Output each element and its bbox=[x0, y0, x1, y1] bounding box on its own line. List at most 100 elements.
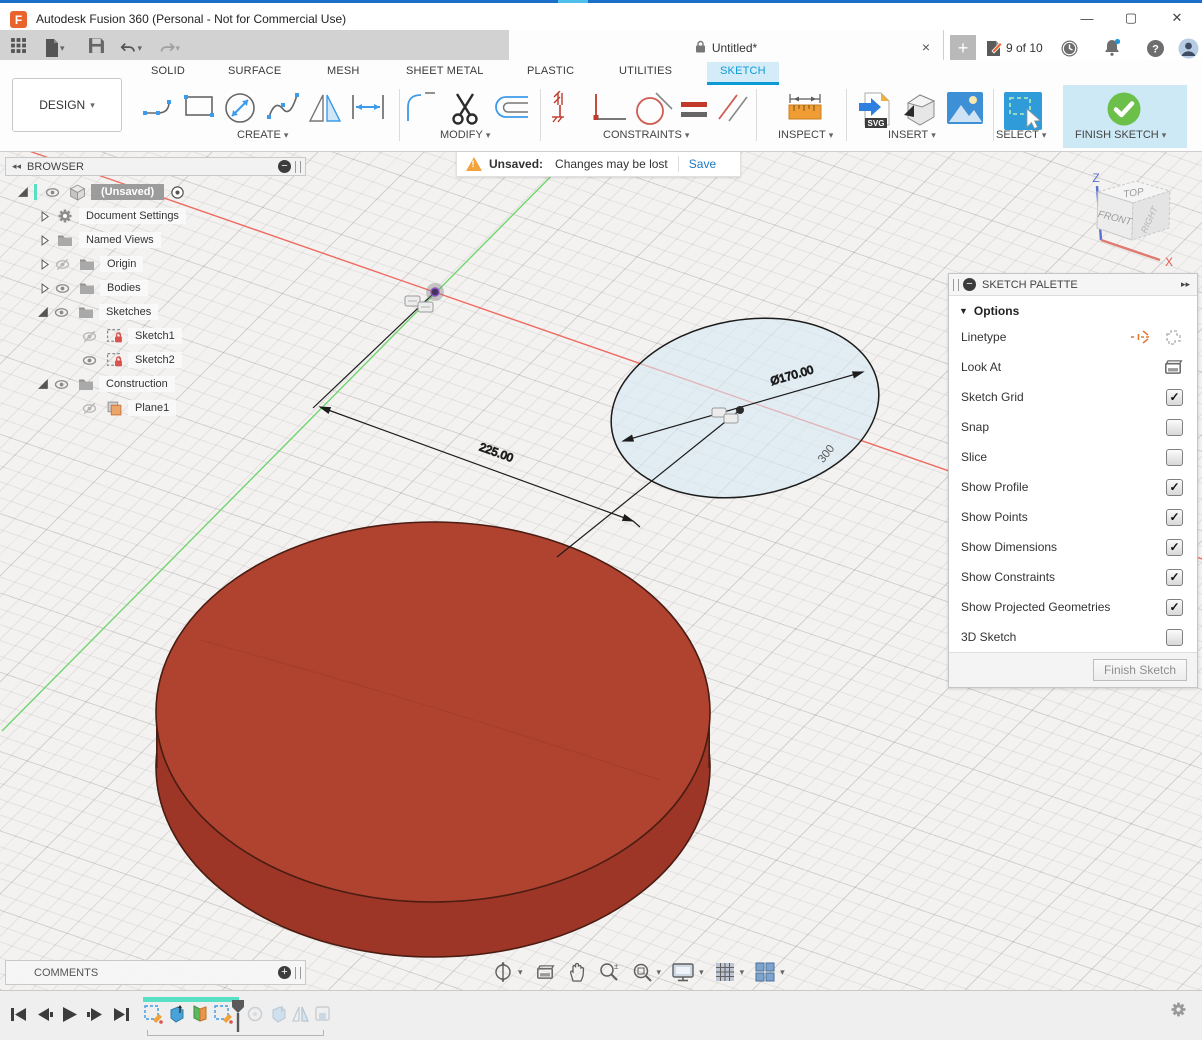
browser-item-named-views[interactable]: Named Views bbox=[38, 230, 161, 250]
offset-tool-icon[interactable] bbox=[490, 91, 530, 126]
parallel-constraint-icon[interactable] bbox=[715, 91, 751, 128]
item-label[interactable]: Document Settings bbox=[79, 208, 186, 224]
panel-grip[interactable] bbox=[295, 161, 301, 173]
minimize-panel-icon[interactable]: − bbox=[963, 278, 976, 291]
close-button[interactable]: ✕ bbox=[1162, 9, 1192, 27]
app-grid-icon[interactable] bbox=[10, 37, 32, 59]
collapse-browser-icon[interactable]: ◂◂ bbox=[12, 161, 21, 172]
dock-panel-icon[interactable]: ▸▸ bbox=[1181, 279, 1190, 290]
timeline-feature-plane-suppressed[interactable] bbox=[313, 1004, 333, 1024]
projected-linetype-icon[interactable] bbox=[1163, 328, 1183, 346]
modify-group-dropdown[interactable]: MODIFY ▾ bbox=[440, 129, 490, 141]
sketch-grid-checkbox[interactable]: ✓ bbox=[1166, 389, 1183, 406]
item-label[interactable]: Sketches bbox=[99, 304, 158, 320]
spline-tool-icon[interactable] bbox=[265, 91, 301, 126]
rectangle-tool-icon[interactable] bbox=[182, 91, 216, 124]
browser-item-construction[interactable]: Construction bbox=[36, 374, 175, 394]
browser-item-root[interactable]: (Unsaved) bbox=[16, 182, 185, 202]
orbit-tool-icon[interactable] bbox=[492, 961, 514, 983]
look-at-tool-icon[interactable] bbox=[535, 963, 555, 981]
visibility-eye-icon[interactable] bbox=[55, 281, 70, 296]
minimize-button[interactable]: — bbox=[1072, 9, 1102, 27]
tab-surface[interactable]: SURFACE bbox=[228, 65, 281, 77]
maximize-button[interactable]: ▢ bbox=[1116, 9, 1146, 27]
fillet-tool-icon[interactable] bbox=[405, 91, 439, 128]
tab-mesh[interactable]: MESH bbox=[327, 65, 360, 77]
tab-plastic[interactable]: PLASTIC bbox=[527, 65, 574, 77]
visibility-off-icon[interactable] bbox=[55, 257, 70, 272]
tab-sheet-metal[interactable]: SHEET METAL bbox=[406, 65, 484, 77]
finish-sketch-palette-button[interactable]: Finish Sketch bbox=[1093, 659, 1187, 681]
sketch-palette-header[interactable]: − SKETCH PALETTE ▸▸ bbox=[949, 274, 1197, 296]
create-group-dropdown[interactable]: CREATE ▾ bbox=[237, 129, 288, 141]
browser-item-document-settings[interactable]: Document Settings bbox=[38, 206, 186, 226]
tab-sketch[interactable]: SKETCH bbox=[720, 65, 766, 77]
timeline-feature-extrude-suppressed[interactable] bbox=[269, 1004, 289, 1024]
comments-bar[interactable]: COMMENTS + bbox=[5, 960, 306, 985]
select-group-dropdown[interactable]: SELECT ▾ bbox=[996, 129, 1046, 141]
fit-view-icon[interactable] bbox=[631, 961, 653, 983]
collapse-arrow-icon[interactable] bbox=[38, 210, 51, 223]
expand-arrow-icon[interactable] bbox=[36, 305, 50, 319]
item-label[interactable]: Bodies bbox=[100, 280, 148, 296]
save-link[interactable]: Save bbox=[689, 157, 716, 171]
item-label[interactable]: Sketch1 bbox=[128, 328, 182, 344]
look-at-icon[interactable] bbox=[1163, 358, 1183, 376]
file-menu-button[interactable]: ▾ bbox=[44, 37, 66, 59]
item-label[interactable]: Named Views bbox=[79, 232, 161, 248]
show-profile-checkbox[interactable]: ✓ bbox=[1166, 479, 1183, 496]
select-tool-icon[interactable] bbox=[1003, 91, 1043, 134]
line-tool-icon[interactable] bbox=[142, 91, 176, 124]
timeline-feature-plane[interactable] bbox=[190, 1004, 210, 1024]
visibility-off-icon[interactable] bbox=[82, 329, 97, 344]
root-component-label[interactable]: (Unsaved) bbox=[91, 184, 164, 200]
timeline-go-to-end-button[interactable] bbox=[110, 1005, 132, 1023]
pan-hand-icon[interactable] bbox=[567, 961, 587, 983]
equal-constraint-icon[interactable] bbox=[680, 101, 708, 122]
browser-item-sketch1[interactable]: Sketch1 bbox=[78, 326, 182, 346]
browser-item-plane1[interactable]: Plane1 bbox=[78, 398, 176, 418]
collapse-arrow-icon[interactable] bbox=[38, 234, 51, 247]
insert-svg-icon[interactable]: SVG bbox=[857, 91, 893, 134]
browser-panel-header[interactable]: ◂◂ BROWSER − bbox=[5, 157, 306, 176]
visibility-eye-icon[interactable] bbox=[54, 377, 69, 392]
caret-down-icon[interactable]: ▾ bbox=[518, 967, 523, 978]
collapse-arrow-icon[interactable] bbox=[38, 282, 51, 295]
visibility-eye-icon[interactable] bbox=[54, 305, 69, 320]
sketch-dimension-icon[interactable] bbox=[350, 91, 386, 126]
circle-tool-icon[interactable] bbox=[222, 91, 258, 128]
design-workspace-dropdown[interactable]: DESIGN ▾ bbox=[12, 78, 122, 132]
visibility-off-icon[interactable] bbox=[82, 401, 97, 416]
redo-button[interactable]: ▾ bbox=[158, 37, 180, 59]
timeline-playhead[interactable] bbox=[231, 999, 245, 1033]
caret-down-icon[interactable]: ▾ bbox=[740, 967, 745, 978]
undo-button[interactable]: ▾ bbox=[120, 37, 142, 59]
timeline-feature-extrude[interactable] bbox=[167, 1004, 187, 1024]
item-label[interactable]: Sketch2 bbox=[128, 352, 182, 368]
trim-scissors-icon[interactable] bbox=[448, 91, 482, 130]
browser-item-origin[interactable]: Origin bbox=[38, 254, 143, 274]
notifications-bell-icon[interactable] bbox=[1102, 38, 1122, 58]
tab-utilities[interactable]: UTILITIES bbox=[619, 65, 672, 77]
visibility-eye-icon[interactable] bbox=[82, 353, 97, 368]
display-settings-icon[interactable] bbox=[671, 961, 695, 983]
activate-component-icon[interactable] bbox=[170, 185, 185, 200]
insert-canvas-icon[interactable] bbox=[946, 91, 984, 128]
expand-arrow-icon[interactable] bbox=[36, 377, 50, 391]
item-label[interactable]: Origin bbox=[100, 256, 143, 272]
timeline-feature-mirror-suppressed[interactable] bbox=[291, 1004, 311, 1024]
caret-down-icon[interactable]: ▾ bbox=[780, 967, 785, 978]
tangent-constraint-icon[interactable] bbox=[632, 91, 674, 130]
fix-constraint-icon[interactable] bbox=[550, 91, 582, 128]
tab-solid[interactable]: SOLID bbox=[151, 65, 185, 77]
browser-item-bodies[interactable]: Bodies bbox=[38, 278, 148, 298]
timeline-go-to-start-button[interactable] bbox=[8, 1005, 30, 1023]
horizontal-vertical-constraint-icon[interactable] bbox=[588, 91, 628, 128]
show-points-checkbox[interactable]: ✓ bbox=[1166, 509, 1183, 526]
add-comment-icon[interactable]: + bbox=[278, 966, 291, 979]
grid-snap-icon[interactable] bbox=[714, 961, 736, 983]
browser-item-sketch2[interactable]: Sketch2 bbox=[78, 350, 182, 370]
viewports-icon[interactable] bbox=[754, 961, 776, 983]
document-tab-close-icon[interactable]: × bbox=[917, 38, 935, 56]
caret-down-icon[interactable]: ▾ bbox=[657, 967, 662, 978]
